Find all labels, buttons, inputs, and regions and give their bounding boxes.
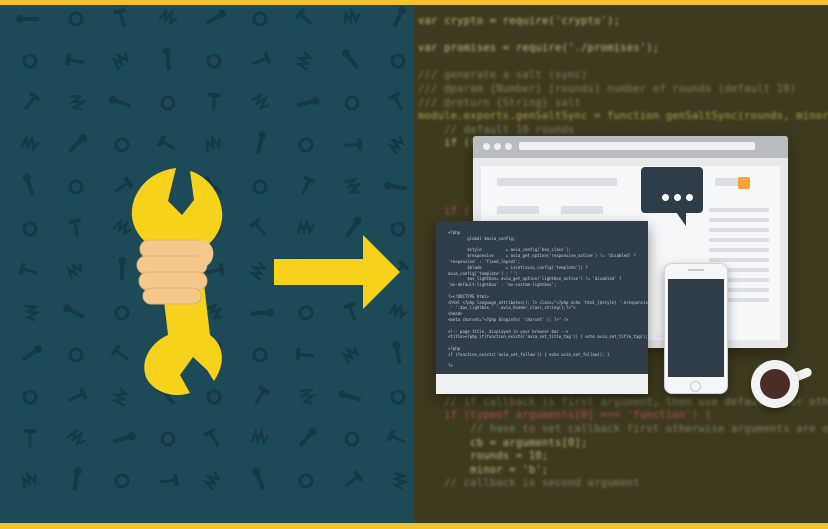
content-line bbox=[561, 206, 603, 214]
content-line bbox=[709, 218, 769, 222]
code-line: if (typeof arguments[0] === 'function') … bbox=[418, 409, 712, 422]
editor-line: avia_config['template'] : ''; bbox=[448, 270, 518, 276]
content-line bbox=[709, 258, 769, 262]
code-line: var promises = require('./promises'); bbox=[418, 42, 660, 55]
phone-home-button bbox=[690, 381, 701, 392]
content-line bbox=[497, 206, 539, 214]
coffee bbox=[760, 369, 790, 399]
editor-line: $style = avia_config['box_class']; bbox=[448, 247, 571, 253]
editor-line: global $avia_config; bbox=[448, 235, 516, 241]
editor-line: ?> bbox=[448, 363, 453, 369]
editor-line: <?php bbox=[448, 230, 461, 235]
code-editor-footer bbox=[436, 374, 648, 394]
code-line: // callback is second argument bbox=[418, 477, 640, 490]
editor-line: $av_lightbox= avia_get_option('lightbox_… bbox=[448, 276, 622, 282]
editor-line: ?><!DOCTYPE html> bbox=[448, 293, 489, 299]
code-line: cb = arguments[0]; bbox=[418, 436, 588, 449]
content-line bbox=[715, 178, 739, 186]
address-bar bbox=[519, 142, 755, 150]
editor-line: 'responsive' : 'fixed_layout'; bbox=[448, 259, 521, 264]
tools-panel bbox=[0, 5, 414, 523]
code-line: // default 10 rounds bbox=[418, 123, 575, 136]
typing-dot-icon bbox=[662, 194, 669, 201]
window-dot-icon bbox=[483, 143, 490, 150]
code-line: module.exports.genSaltSync = function ge… bbox=[418, 110, 828, 123]
chat-bubble-icon bbox=[641, 167, 703, 213]
typing-dot-icon bbox=[674, 194, 681, 201]
code-line: /// @return {String} salt bbox=[418, 96, 582, 109]
editor-line: $blank = isset(avia_config['template']) … bbox=[448, 264, 588, 270]
search-icon bbox=[738, 177, 750, 189]
content-line bbox=[709, 208, 769, 212]
phone-screen bbox=[668, 279, 724, 377]
code-line: var crypto = require('crypto'); bbox=[418, 15, 621, 27]
editor-line: <head> bbox=[448, 311, 463, 317]
editor-line: <?php bbox=[448, 346, 461, 351]
browser-toolbar bbox=[473, 136, 788, 158]
code-editor-icon: <?php global $avia_config; $style = avia… bbox=[436, 221, 679, 393]
content-line bbox=[709, 248, 769, 252]
editor-line: <!-- page title, displayed in your brows… bbox=[448, 328, 569, 334]
code-line: /// @param {Number} [rounds] number of r… bbox=[418, 83, 797, 95]
typing-dot-icon bbox=[686, 194, 693, 201]
code-line: // have to set callback first otherwise … bbox=[470, 423, 828, 435]
content-line bbox=[709, 238, 769, 242]
phone-speaker bbox=[688, 269, 704, 271]
window-dot-icon bbox=[505, 143, 512, 150]
code-line: if ( bbox=[418, 205, 471, 218]
editor-line: <meta charset="<?php bloginfo( 'charset'… bbox=[448, 317, 569, 322]
editor-line: <title><?php if(function_exists('avia_se… bbox=[448, 334, 680, 340]
editor-line: if (function_exists('avia_set_follow')) … bbox=[448, 351, 610, 357]
code-line: rounds = 10; bbox=[418, 450, 549, 463]
code-line: minor = 'b'; bbox=[418, 463, 549, 476]
chat-bubble-tail bbox=[676, 212, 686, 226]
code-line: /// generate a salt (sync) bbox=[418, 69, 588, 82]
window-dot-icon bbox=[494, 143, 501, 150]
editor-line: .' '.$av_lightbox.' '.avia_header_class_… bbox=[448, 305, 576, 311]
content-line bbox=[497, 178, 617, 186]
editor-line: $responsive = avia_get_option('responsiv… bbox=[448, 253, 636, 259]
editor-line: 'av-default-lightbox' : 'av-custom-light… bbox=[448, 282, 557, 288]
arrow-right-icon bbox=[274, 235, 400, 309]
content-line bbox=[709, 228, 769, 232]
editor-line: <html <?php language_attributes(); ?> cl… bbox=[448, 299, 651, 305]
